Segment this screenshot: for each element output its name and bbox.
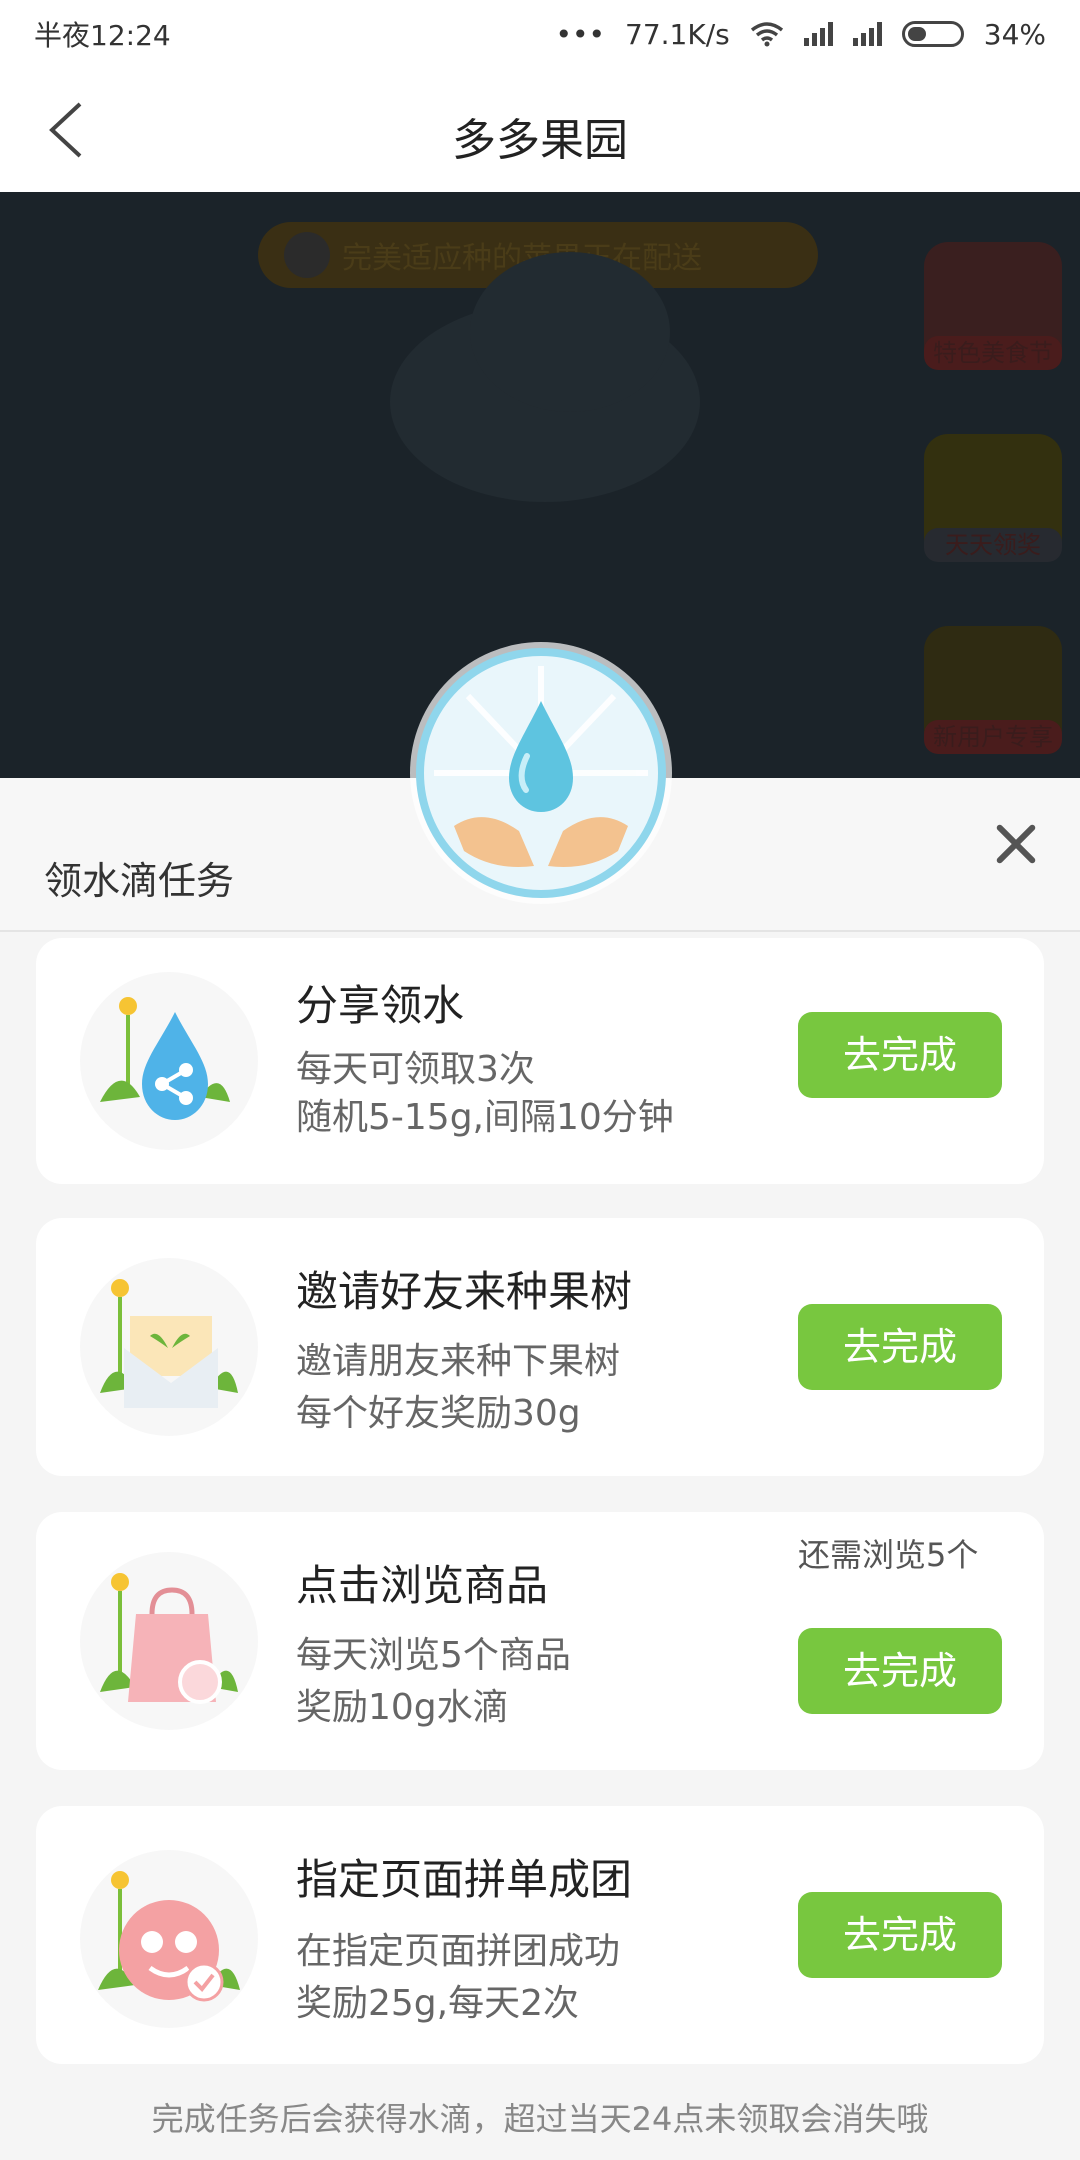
water-drop-badge-icon <box>416 648 666 898</box>
side-entry-label: 特色美食节 <box>924 336 1062 370</box>
status-indicators: ••• 77.1K/s 34% <box>555 18 1046 51</box>
go-complete-button[interactable]: 去完成 <box>798 1012 1002 1098</box>
page-title: 多多果园 <box>452 115 628 166</box>
tree-silhouette <box>470 252 670 412</box>
task-card-browse: 点击浏览商品 每天浏览5个商品 奖励10g水滴 还需浏览5个 去完成 <box>36 1512 1044 1770</box>
task-title: 邀请好友来种果树 <box>296 1267 633 1316</box>
task-desc-line2: 随机5-15g,间隔10分钟 <box>296 1097 674 1138</box>
signal-icon <box>803 22 833 46</box>
task-card-group-buy: 指定页面拼单成团 在指定页面拼团成功 奖励25g,每天2次 去完成 <box>36 1806 1044 2064</box>
task-desc-line2: 奖励25g,每天2次 <box>296 1983 580 2024</box>
task-desc-line2: 每个好友奖励30g <box>296 1393 581 1434</box>
task-title: 点击浏览商品 <box>296 1561 549 1610</box>
remaining-browse-hint: 还需浏览5个 <box>798 1536 979 1574</box>
invite-envelope-icon <box>80 1258 258 1436</box>
task-desc-line2: 奖励10g水滴 <box>296 1687 509 1728</box>
task-title: 指定页面拼单成团 <box>296 1855 633 1904</box>
status-bar: 半夜12:24 ••• 77.1K/s 34% <box>0 0 1080 68</box>
task-card-invite: 邀请好友来种果树 邀请朋友来种下果树 每个好友奖励30g 去完成 <box>36 1218 1044 1476</box>
task-card-share: 分享领水 每天可领取3次 随机5-15g,间隔10分钟 去完成 <box>36 938 1044 1184</box>
task-title: 分享领水 <box>296 981 465 1030</box>
shopping-bag-icon <box>80 1552 258 1730</box>
group-buy-icon <box>80 1850 258 2028</box>
battery-icon <box>901 21 964 47</box>
network-speed: 77.1K/s <box>625 17 730 51</box>
app-header: 多多果园 <box>0 68 1080 192</box>
side-entry-daily-prize[interactable]: 天天领奖 <box>924 434 1062 562</box>
avatar <box>284 232 330 278</box>
side-entry-new-user[interactable]: 新用户专享 <box>924 626 1062 754</box>
side-entry-food-festival[interactable]: 特色美食节 <box>924 242 1062 370</box>
go-complete-button[interactable]: 去完成 <box>798 1628 1002 1714</box>
side-entry-label: 新用户专享 <box>924 720 1062 754</box>
go-complete-button[interactable]: 去完成 <box>798 1892 1002 1978</box>
task-desc-line1: 在指定页面拼团成功 <box>296 1931 621 1972</box>
wifi-icon <box>750 22 783 47</box>
share-water-icon <box>80 972 258 1150</box>
task-footnote: 完成任务后会获得水滴，超过当天24点未领取会消失哦 <box>151 2100 929 2138</box>
close-icon[interactable] <box>992 820 1040 868</box>
status-time: 半夜12:24 <box>34 19 171 52</box>
sheet-title: 领水滴任务 <box>44 859 235 903</box>
more-dots-icon: ••• <box>555 17 606 51</box>
battery-percent: 34% <box>983 17 1046 51</box>
task-desc-line1: 每天浏览5个商品 <box>296 1635 571 1676</box>
signal-icon <box>852 22 882 46</box>
side-entry-label: 天天领奖 <box>924 528 1062 562</box>
go-complete-button[interactable]: 去完成 <box>798 1304 1002 1390</box>
task-desc-line1: 邀请朋友来种下果树 <box>296 1341 621 1382</box>
task-desc-line1: 每天可领取3次 <box>296 1049 535 1090</box>
